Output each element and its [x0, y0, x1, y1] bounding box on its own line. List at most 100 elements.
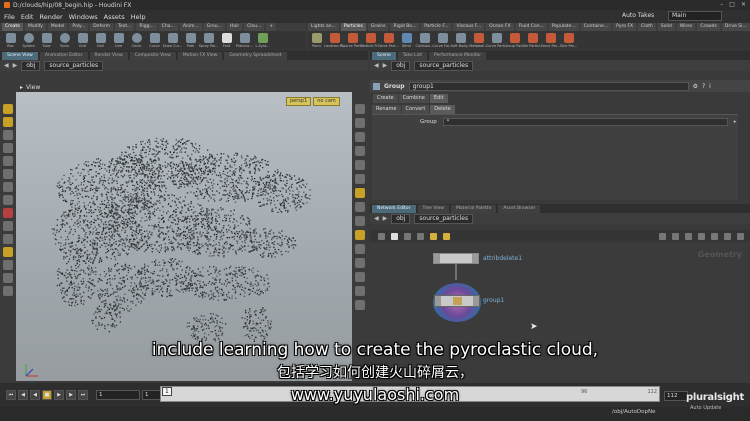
tab-network-editor[interactable]: Network Editor: [372, 205, 416, 213]
display-icon[interactable]: [355, 118, 365, 128]
shelf-tool-tube[interactable]: Tube: [38, 31, 55, 51]
list-view-icon[interactable]: [391, 232, 398, 240]
shelf-tool-draw-curve[interactable]: Draw Cur...: [163, 31, 182, 51]
pose-tool-icon[interactable]: [3, 143, 13, 153]
persp-icon[interactable]: [355, 300, 365, 310]
shelf-tool-metaball[interactable]: Metaball...: [469, 31, 488, 51]
shelf-tab[interactable]: Solid: [657, 23, 675, 31]
shelf-tool-soft-body[interactable]: Soft Body...: [451, 31, 470, 51]
menu-render[interactable]: Render: [39, 13, 62, 21]
close-icon[interactable]: ✕: [741, 1, 746, 8]
tab-combine[interactable]: Combine: [398, 94, 429, 103]
shelf-tool-curve[interactable]: Curve: [146, 31, 163, 51]
background-icon[interactable]: [355, 272, 365, 282]
prim-numbers-icon[interactable]: [355, 258, 365, 268]
shelf-tab[interactable]: Text...: [115, 23, 135, 31]
flags-icon[interactable]: [698, 232, 705, 240]
menu-assets[interactable]: Assets: [104, 13, 125, 21]
path-node[interactable]: source_particles: [414, 60, 474, 71]
cam-mode-select[interactable]: no cam: [313, 97, 340, 106]
group-pattern-field[interactable]: *: [442, 118, 728, 126]
shelf-tab[interactable]: Deform: [90, 23, 113, 31]
point-snap-icon[interactable]: [3, 234, 13, 244]
select-tool-icon[interactable]: [3, 104, 13, 114]
shelf-tab[interactable]: Cloth: [638, 23, 656, 31]
menu-windows[interactable]: Windows: [69, 13, 98, 21]
camera-select[interactable]: persp1: [286, 97, 312, 106]
path-node[interactable]: source_particles: [44, 60, 104, 71]
menu-help[interactable]: Help: [131, 13, 146, 21]
tab-geometry-spreadsheet[interactable]: Geometry Spreadsheet: [224, 52, 287, 60]
tab-motion-fx-view[interactable]: Motion FX View: [177, 52, 223, 60]
tab-animation-editor[interactable]: Animation Editor: [39, 52, 88, 60]
shelf-tab[interactable]: Rigid Bo...: [390, 23, 420, 31]
points-icon[interactable]: [355, 244, 365, 254]
shelf-tab[interactable]: Containe...: [580, 23, 612, 31]
shelf-tab[interactable]: Particle F...: [421, 23, 452, 31]
status-path[interactable]: /obj/AutoDopNe: [612, 409, 655, 415]
shelf-tool-box[interactable]: Box: [2, 31, 19, 51]
shelf-tab[interactable]: Rigg...: [136, 23, 157, 31]
wire-icon[interactable]: [685, 232, 692, 240]
shelf-tab[interactable]: Anim...: [179, 23, 202, 31]
path-root[interactable]: obj: [391, 213, 411, 224]
layout-icon[interactable]: [417, 232, 424, 240]
node-flag-right[interactable]: [473, 296, 479, 306]
shelf-tool-platonic[interactable]: Platonic...: [236, 31, 253, 51]
shelf-tab[interactable]: Cha...: [158, 23, 178, 31]
tab-delete[interactable]: Delete: [430, 105, 455, 114]
grid-snap-icon[interactable]: [3, 221, 13, 231]
desktop-select[interactable]: Main: [668, 11, 722, 21]
tab-render-view[interactable]: Render View: [89, 52, 128, 60]
shelf-tab[interactable]: Grains: [367, 23, 389, 31]
view-tool-icon[interactable]: [3, 130, 13, 140]
magnet-icon[interactable]: [3, 208, 13, 218]
auto-takes-toggle[interactable]: Auto Takes: [622, 12, 654, 19]
tab-take-list[interactable]: Take List: [397, 52, 428, 60]
shelf-tool-l-system[interactable]: L-Syst...: [254, 31, 271, 51]
zoom-icon[interactable]: [724, 232, 731, 240]
shelf-tab[interactable]: Crowds: [697, 23, 720, 31]
ghost-icon[interactable]: [355, 174, 365, 184]
network-canvas[interactable]: Geometry attribdelete1 group1 ➤: [370, 244, 748, 381]
rotate-tool-icon[interactable]: [3, 169, 13, 179]
forward-arrow-icon[interactable]: ▶: [383, 62, 388, 69]
shelf-tool-sink-par[interactable]: Sink Par...: [560, 31, 577, 51]
node-attribdelete1[interactable]: [433, 253, 479, 264]
shelf-tab[interactable]: Pyro FX: [613, 23, 637, 31]
maximize-icon[interactable]: □: [729, 1, 735, 8]
scale-tool-icon[interactable]: [3, 182, 13, 192]
node-flag-left[interactable]: [434, 254, 440, 263]
back-arrow-icon[interactable]: ◀: [374, 62, 379, 69]
forward-arrow-icon[interactable]: ▶: [383, 215, 388, 222]
shelf-tool-group-particles[interactable]: Group Par...: [504, 31, 525, 51]
wireframe-icon[interactable]: [355, 160, 365, 170]
visibility-icon[interactable]: [355, 202, 365, 212]
shelf-tool-collision[interactable]: Collision...: [416, 31, 434, 51]
node-name-field[interactable]: group1: [408, 81, 689, 91]
shelf-tool-line[interactable]: Line: [110, 31, 127, 51]
shelf-tab[interactable]: Clou...: [244, 23, 265, 31]
shelf-tool-curve-particles[interactable]: Curve Part...: [486, 31, 507, 51]
tab-performance-monitor[interactable]: Performance Monitor: [429, 52, 487, 60]
node-flag-right[interactable]: [472, 254, 478, 263]
snapshot-icon[interactable]: [355, 188, 365, 198]
shelf-tab[interactable]: Hair: [226, 23, 243, 31]
handle-tool-icon[interactable]: [3, 156, 13, 166]
shelf-tool-source-particles[interactable]: Source Part...: [341, 31, 364, 51]
shelf-tool-font[interactable]: Font: [218, 31, 235, 51]
shelf-tool-path[interactable]: Path: [182, 31, 199, 51]
shelf-tab[interactable]: Populate...: [548, 23, 579, 31]
node-flag-left[interactable]: [435, 296, 441, 306]
menu-file[interactable]: File: [4, 13, 15, 21]
tab-scene-view[interactable]: Scene View: [2, 52, 38, 60]
tab-rename[interactable]: Rename: [372, 105, 401, 114]
shelf-tool-point[interactable]: Point: [308, 31, 325, 51]
add-menu-icon[interactable]: [378, 232, 385, 240]
gear-icon[interactable]: ⚙: [693, 83, 698, 90]
shelf-tool-spray-paint[interactable]: Spray Pai...: [199, 31, 218, 51]
shelf-tab[interactable]: Ocean FX: [486, 23, 514, 31]
grid-view-icon[interactable]: [404, 232, 411, 240]
shelf-tab[interactable]: Grou...: [203, 23, 225, 31]
3d-viewport[interactable]: [16, 92, 352, 381]
